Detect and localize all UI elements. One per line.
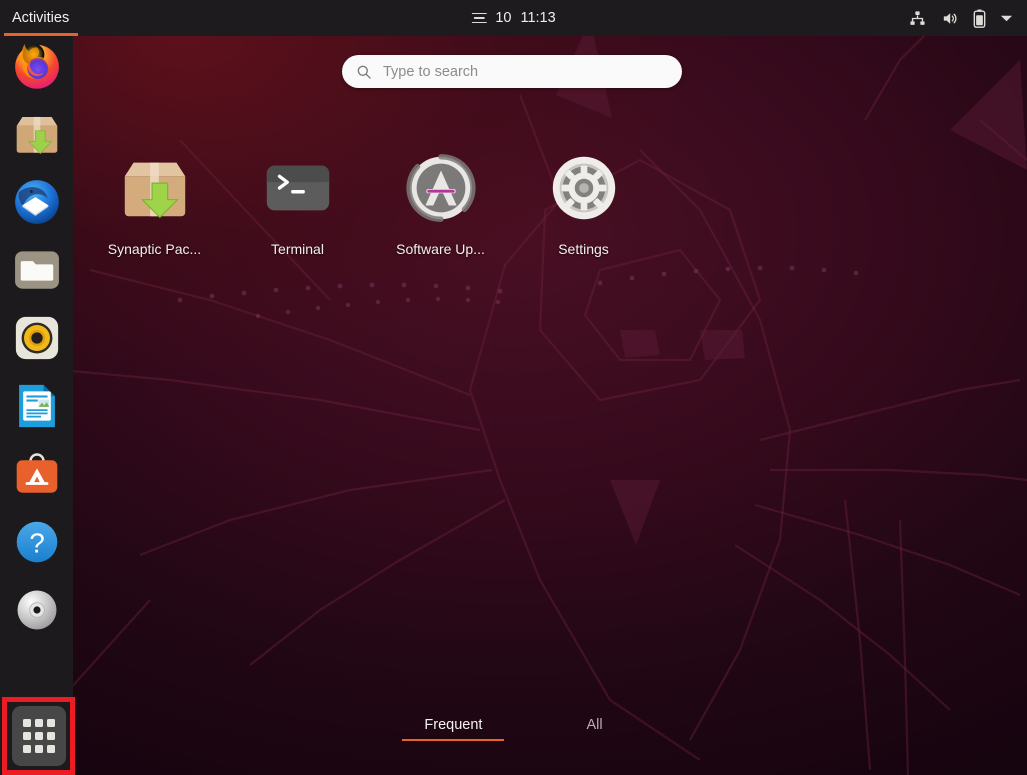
desktop-wallpaper [0, 0, 1027, 775]
firefox-icon [15, 44, 59, 89]
synaptic-icon [124, 162, 185, 219]
app-item-synaptic[interactable]: Synaptic Pac... [83, 148, 226, 257]
app-icon-wrapper [258, 148, 338, 228]
app-label: Settings [558, 241, 609, 257]
clock-day: 10 [495, 10, 512, 26]
selection-highlight-box [2, 697, 75, 775]
tab-label: Frequent [424, 717, 483, 733]
dock-item-ubuntu-software[interactable] [11, 448, 63, 500]
favorites-dock: ? [0, 36, 75, 775]
dock-item-rhythmbox[interactable] [11, 312, 63, 364]
tab-active-underline [402, 738, 505, 741]
thunderbird-icon [15, 180, 59, 224]
volume-high-icon[interactable] [940, 10, 959, 27]
libreoffice-writer-icon [19, 384, 55, 428]
app-item-settings[interactable]: Settings [512, 148, 655, 257]
app-icon-wrapper [401, 148, 481, 228]
rhythmbox-icon [15, 316, 59, 360]
tab-label: All [586, 717, 603, 733]
app-label: Synaptic Pac... [107, 241, 202, 257]
top-bar: Activities 10 11:13 [0, 0, 1027, 36]
frequent-apps-grid: Synaptic Pac... Terminal Software Up... … [83, 148, 703, 257]
search-icon [357, 65, 371, 79]
activities-active-underline [4, 33, 79, 36]
app-icon-wrapper [115, 148, 195, 228]
app-label: Software Up... [396, 241, 485, 257]
battery-icon[interactable] [973, 9, 986, 28]
svg-text:?: ? [29, 528, 44, 559]
disc-icon [17, 590, 57, 630]
activities-button[interactable]: Activities [0, 0, 82, 36]
wallpaper-fossa-art [59, 19, 1027, 775]
dock-item-files[interactable] [11, 244, 63, 296]
app-item-terminal[interactable]: Terminal [226, 148, 369, 257]
search-placeholder: Type to search [383, 63, 479, 80]
app-label: Terminal [271, 241, 324, 257]
dock-item-synaptic[interactable] [11, 108, 63, 160]
app-item-software-updater[interactable]: Software Up... [369, 148, 512, 257]
app-icon-wrapper [544, 148, 624, 228]
synaptic-icon [16, 116, 58, 155]
ubuntu-software-icon [16, 453, 58, 493]
system-status-area[interactable] [909, 0, 1027, 36]
dock-item-libreoffice-writer[interactable] [11, 380, 63, 432]
desktop-overview: Activities 10 11:13 ? Type to search Syn… [0, 0, 1027, 775]
show-applications-button[interactable] [2, 697, 75, 775]
help-icon: ? [16, 521, 58, 563]
software-updater-icon [405, 154, 476, 222]
files-icon [15, 251, 59, 289]
clock-menu-button[interactable]: 10 11:13 [463, 0, 563, 36]
network-wired-icon[interactable] [909, 10, 926, 27]
activities-label: Activities [12, 10, 70, 26]
dock-item-firefox[interactable] [11, 40, 63, 92]
chevron-down-icon[interactable] [1000, 14, 1013, 23]
dock-item-thunderbird[interactable] [11, 176, 63, 228]
clock-time: 11:13 [520, 10, 556, 26]
terminal-icon [266, 165, 329, 211]
tab-frequent[interactable]: Frequent [402, 713, 505, 743]
view-switcher: Frequent All [0, 713, 1027, 743]
agenda-icon [471, 12, 487, 24]
dock-item-help[interactable]: ? [11, 516, 63, 568]
dock-item-disc[interactable] [11, 584, 63, 636]
search-input[interactable]: Type to search [342, 55, 682, 88]
tab-all[interactable]: All [564, 713, 624, 743]
settings-gear-icon [552, 156, 615, 220]
